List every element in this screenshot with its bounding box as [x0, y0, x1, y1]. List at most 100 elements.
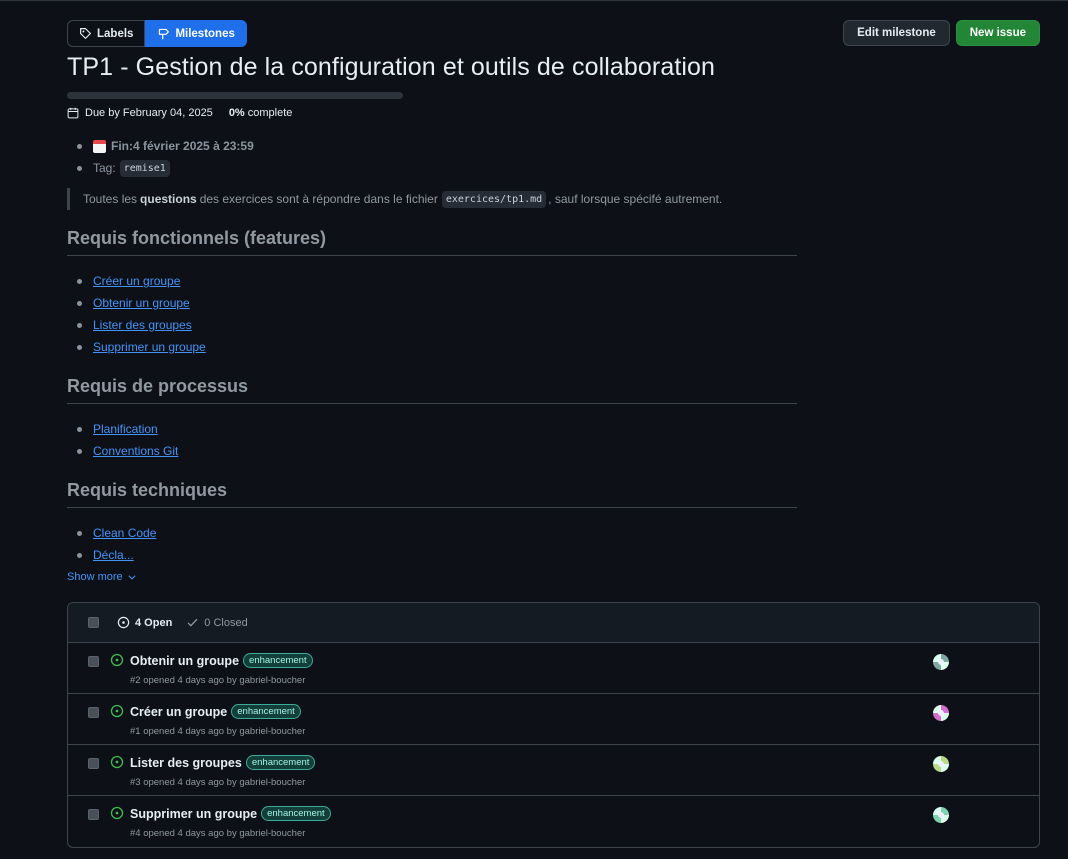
list-item: Planification	[67, 418, 797, 440]
show-more-label: Show more	[67, 571, 123, 583]
issue-title: Créer un groupe enhancement	[130, 704, 301, 719]
quote-text-mid: des exercices sont à répondre dans le fi…	[199, 192, 438, 206]
calendar-emoji-icon	[93, 139, 106, 153]
quote-text-pre: Toutes les	[83, 192, 138, 206]
link-supprimer-groupe[interactable]: Supprimer un groupe	[93, 340, 206, 354]
assignee-avatar[interactable]	[933, 705, 949, 721]
issue-meta: #4 opened 4 days ago by gabriel-boucher	[130, 828, 306, 839]
issue-title: Obtenir un groupe enhancement	[130, 653, 313, 668]
tag-label: Tag:	[93, 161, 116, 175]
quote-text-post: , sauf lorsque spécifé autrement.	[548, 192, 723, 206]
section-heading-processus: Requis de processus	[67, 376, 797, 404]
completion-status: 0% complete	[229, 107, 293, 119]
issues-header: 4 Open 0 Closed	[68, 603, 1039, 643]
tag-icon	[80, 28, 91, 39]
issue-title: Lister des groupes enhancement	[130, 755, 316, 770]
due-date: Due by February 04, 2025	[85, 107, 213, 119]
issue-title-link[interactable]: Obtenir un groupe	[130, 654, 239, 668]
issue-open-icon	[117, 616, 130, 629]
issue-meta: #3 opened 4 days ago by gabriel-boucher	[130, 777, 306, 788]
select-all-checkbox[interactable]	[88, 617, 99, 628]
new-issue-button[interactable]: New issue	[955, 20, 1040, 46]
chevron-down-icon	[128, 575, 136, 580]
labels-milestones-switch: Labels Milestones	[67, 20, 247, 47]
issue-meta: #2 opened 4 days ago by gabriel-boucher	[130, 675, 306, 686]
milestones-tab[interactable]: Milestones	[145, 20, 247, 47]
features-list: Créer un groupe Obtenir un groupe Lister…	[67, 270, 797, 358]
link-conventions-git[interactable]: Conventions Git	[93, 444, 178, 458]
list-item: Décla...	[67, 544, 797, 566]
section-heading-techniques: Requis techniques	[67, 480, 797, 508]
blockquote: Toutes les questions des exercices sont …	[67, 188, 797, 210]
link-planification[interactable]: Planification	[93, 422, 158, 436]
issues-list: 4 Open 0 Closed Obtenir un groupe enhanc…	[67, 602, 1040, 848]
quote-bold: questions	[140, 192, 197, 206]
completion-percent: 0%	[228, 107, 245, 119]
quote-code: exercices/tp1.md	[441, 190, 547, 208]
issue-title: Supprimer un groupe enhancement	[130, 806, 331, 821]
issue-checkbox[interactable]	[88, 656, 99, 667]
calendar-icon	[67, 107, 79, 119]
tag-code: remise1	[119, 159, 170, 177]
techniques-list: Clean Code Décla...	[67, 522, 797, 566]
list-item: Conventions Git	[67, 440, 797, 462]
list-item: Créer un groupe	[67, 270, 797, 292]
show-more-button[interactable]: Show more	[67, 571, 137, 583]
issue-checkbox[interactable]	[88, 707, 99, 718]
milestone-meta: Due by February 04, 2025 0% complete	[67, 107, 292, 119]
meta-list: Fin: 4 février 2025 à 23:59 Tag: remise1	[67, 135, 797, 179]
open-count: 4 Open	[135, 616, 173, 629]
check-icon	[187, 618, 198, 627]
issue-label-badge[interactable]: enhancement	[261, 806, 331, 821]
link-lister-groupes[interactable]: Lister des groupes	[93, 318, 192, 332]
fin-value: 4 février 2025 à 23:59	[133, 139, 254, 153]
issue-title-link[interactable]: Lister des groupes	[130, 756, 242, 770]
labels-tab[interactable]: Labels	[67, 20, 146, 47]
link-creer-groupe[interactable]: Créer un groupe	[93, 274, 180, 288]
issue-open-icon	[110, 704, 124, 718]
milestone-description: Fin: 4 février 2025 à 23:59 Tag: remise1 …	[67, 135, 797, 566]
milestones-tab-label: Milestones	[175, 27, 235, 40]
processus-list: Planification Conventions Git	[67, 418, 797, 462]
assignee-avatar[interactable]	[933, 807, 949, 823]
issue-meta: #1 opened 4 days ago by gabriel-boucher	[130, 726, 306, 737]
list-item: Lister des groupes	[67, 314, 797, 336]
issue-row: Créer un groupe enhancement #1 opened 4 …	[68, 694, 1039, 745]
issue-title-link[interactable]: Supprimer un groupe	[130, 807, 257, 821]
list-item: Supprimer un groupe	[67, 336, 797, 358]
issue-open-icon	[110, 806, 124, 820]
issue-label-badge[interactable]: enhancement	[231, 704, 301, 719]
issue-row: Supprimer un groupe enhancement #4 opene…	[68, 796, 1039, 847]
assignee-avatar[interactable]	[933, 756, 949, 772]
closed-count: 0 Closed	[204, 616, 248, 629]
assignee-avatar[interactable]	[933, 654, 949, 670]
list-item: Tag: remise1	[67, 157, 797, 179]
issue-checkbox[interactable]	[88, 758, 99, 769]
list-item: Fin: 4 février 2025 à 23:59	[67, 135, 797, 157]
edit-milestone-button[interactable]: Edit milestone	[843, 20, 950, 46]
open-filter[interactable]: 4 Open	[117, 616, 172, 629]
issue-label-badge[interactable]: enhancement	[245, 755, 316, 770]
header-actions: Edit milestone New issue	[843, 20, 1040, 46]
issue-title-link[interactable]: Créer un groupe	[130, 705, 227, 719]
milestone-progress-bar	[67, 92, 403, 99]
closed-filter[interactable]: 0 Closed	[186, 616, 248, 629]
link-declaration[interactable]: Décla...	[93, 548, 134, 562]
labels-tab-label: Labels	[97, 27, 134, 40]
link-clean-code[interactable]: Clean Code	[93, 526, 156, 540]
issue-row: Lister des groupes enhancement #3 opened…	[68, 745, 1039, 796]
fin-label: Fin:	[111, 139, 133, 153]
issue-open-icon	[110, 653, 124, 667]
top-bar: Labels Milestones Edit milestone New iss…	[67, 20, 1040, 47]
issue-open-icon	[110, 755, 124, 769]
milestone-icon	[159, 28, 170, 40]
issue-checkbox[interactable]	[88, 809, 99, 820]
list-item: Obtenir un groupe	[67, 292, 797, 314]
link-obtenir-groupe[interactable]: Obtenir un groupe	[93, 296, 190, 310]
list-item: Clean Code	[67, 522, 797, 544]
issue-label-badge[interactable]: enhancement	[243, 653, 313, 668]
completion-suffix: complete	[244, 107, 293, 119]
milestone-title: TP1 - Gestion de la configuration et out…	[67, 53, 716, 81]
issue-row: Obtenir un groupe enhancement #2 opened …	[68, 643, 1039, 694]
section-heading-features: Requis fonctionnels (features)	[67, 228, 797, 256]
